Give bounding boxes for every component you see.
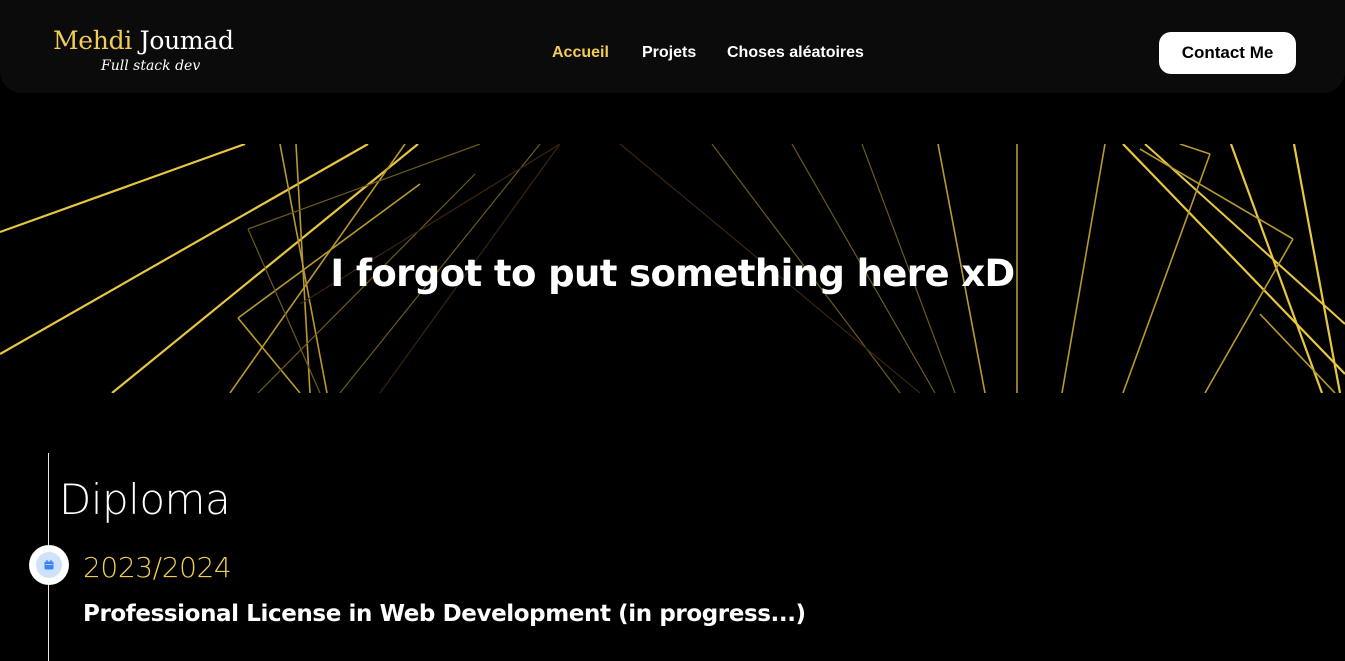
site-header: Mehdi Joumad Full stack dev Accueil Proj… (0, 0, 1345, 93)
brand-name: Mehdi Joumad (53, 26, 234, 56)
hero-line (0, 144, 246, 234)
brand-logo[interactable]: Mehdi Joumad Full stack dev (53, 26, 234, 74)
brand-subtitle: Full stack dev (101, 58, 201, 74)
timeline-entry-title: Professional License in Web Development … (83, 601, 806, 627)
section-title: Diploma (59, 475, 231, 524)
hero-line (1139, 148, 1294, 240)
hero-line (0, 144, 369, 355)
hero-line (237, 183, 421, 319)
nav-item-choses-aleatoires[interactable]: Choses aléatoires (727, 42, 864, 64)
nav-item-accueil[interactable]: Accueil (552, 42, 609, 64)
hero-line (1144, 144, 1345, 325)
hero-banner: I forgot to put something here xD (0, 144, 1345, 393)
hero-headline: I forgot to put something here xD (330, 252, 1015, 295)
brand-first-name: Mehdi (53, 26, 132, 55)
diploma-timeline: Diploma 2023/2024 Professional License i… (0, 453, 1345, 661)
timeline-marker (29, 545, 69, 585)
hero-line (1179, 144, 1211, 155)
calendar-icon (44, 560, 54, 570)
timeline-marker-inner (36, 552, 62, 578)
nav-item-projets[interactable]: Projets (642, 42, 696, 64)
brand-last-name: Joumad (139, 26, 234, 55)
contact-button[interactable]: Contact Me (1159, 32, 1296, 74)
timeline-entry-date: 2023/2024 (83, 551, 232, 584)
